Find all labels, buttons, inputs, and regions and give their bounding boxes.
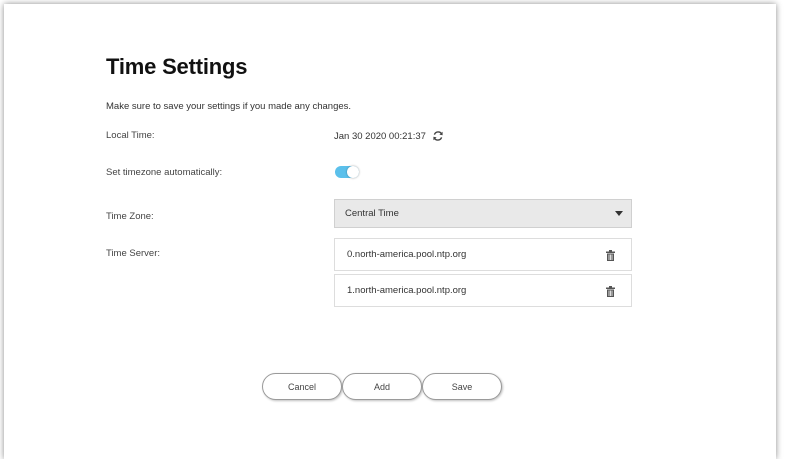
time-zone-selected-value: Central Time	[345, 208, 399, 219]
time-server-value: 1.north-america.pool.ntp.org	[347, 285, 467, 296]
time-zone-label: Time Zone:	[106, 211, 154, 222]
toggle-knob	[347, 166, 359, 178]
page-title: Time Settings	[106, 54, 248, 79]
refresh-icon[interactable]	[432, 130, 444, 142]
time-zone-select[interactable]: Central Time	[334, 199, 632, 228]
trash-icon[interactable]	[606, 250, 615, 261]
page-subtitle: Make sure to save your settings if you m…	[106, 101, 352, 112]
add-button[interactable]: Add	[342, 373, 422, 400]
time-server-entry[interactable]: 0.north-america.pool.ntp.org	[334, 238, 632, 271]
trash-icon[interactable]	[606, 286, 615, 297]
local-time-label: Local Time:	[106, 130, 155, 141]
time-server-entry[interactable]: 1.north-america.pool.ntp.org	[334, 274, 632, 307]
time-server-label: Time Server:	[106, 248, 161, 259]
auto-timezone-label: Set timezone automatically:	[106, 167, 223, 178]
local-time-value: Jan 30 2020 00:21:37	[334, 130, 426, 142]
auto-timezone-toggle[interactable]	[335, 166, 359, 178]
chevron-down-icon	[615, 211, 623, 216]
local-time-display: Jan 30 2020 00:21:37	[334, 130, 444, 142]
time-server-value: 0.north-america.pool.ntp.org	[347, 249, 467, 260]
cancel-button[interactable]: Cancel	[262, 373, 342, 400]
save-button[interactable]: Save	[422, 373, 502, 400]
settings-panel: Time Settings Make sure to save your set…	[4, 4, 776, 459]
